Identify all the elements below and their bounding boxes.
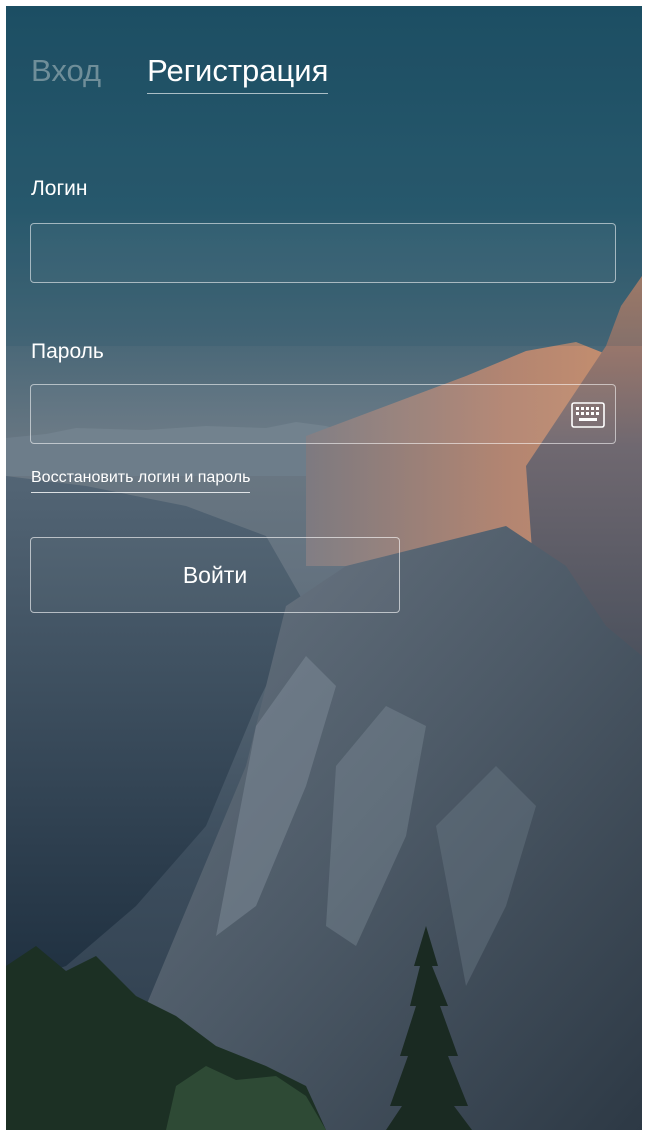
- login-screen: Вход Регистрация Логин Пароль Восстанови…: [6, 6, 642, 1130]
- password-label: Пароль: [31, 340, 104, 363]
- tab-register[interactable]: Регистрация: [147, 52, 329, 94]
- password-field[interactable]: [30, 384, 616, 444]
- keyboard-icon[interactable]: [571, 402, 605, 428]
- login-label: Логин: [31, 177, 88, 200]
- auth-tabs: Вход Регистрация: [31, 52, 329, 94]
- login-field[interactable]: [30, 223, 616, 283]
- login-form-container: Вход Регистрация Логин Пароль Восстанови…: [6, 6, 642, 1130]
- tab-login[interactable]: Вход: [31, 52, 101, 93]
- password-input[interactable]: [31, 385, 615, 443]
- login-input[interactable]: [31, 224, 615, 282]
- recover-credentials-link[interactable]: Восстановить логин и пароль: [31, 468, 251, 493]
- login-button[interactable]: Войти: [30, 537, 400, 613]
